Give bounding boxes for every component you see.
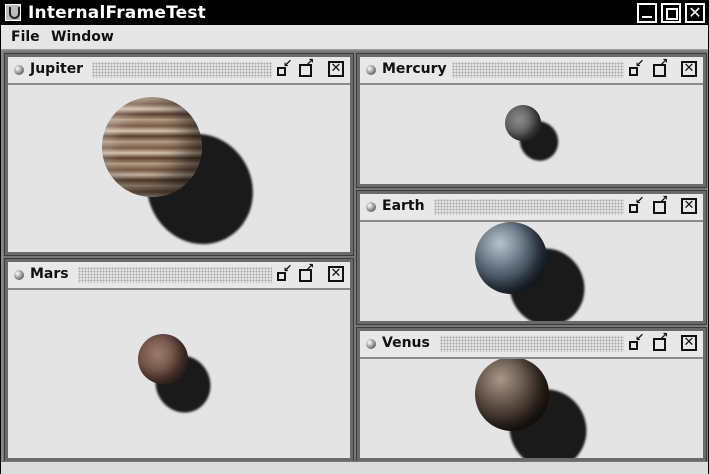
window-title: InternalFrameTest — [28, 3, 207, 23]
internal-frame-titlebar[interactable]: Earth ✕ — [360, 193, 703, 222]
planet-earth — [475, 222, 547, 294]
close-icon[interactable]: ✕ — [328, 266, 344, 282]
internal-frame-mercury[interactable]: Mercury ✕ — [356, 53, 707, 188]
planet-venus — [475, 359, 549, 431]
planet-mars — [138, 334, 188, 384]
frame-title: Earth — [382, 198, 425, 214]
maximize-icon[interactable] — [298, 261, 314, 282]
internal-frame-titlebar[interactable]: Venus ✕ — [360, 330, 703, 359]
frame-content — [8, 85, 350, 252]
frame-content — [360, 222, 703, 321]
frame-content — [8, 290, 350, 458]
internal-frame-titlebar[interactable]: Jupiter ✕ — [8, 56, 350, 85]
close-icon[interactable]: ✕ — [681, 198, 697, 214]
maximize-icon[interactable] — [298, 56, 314, 77]
internal-frame-earth[interactable]: Earth ✕ — [356, 190, 707, 325]
frame-title: Jupiter — [30, 61, 84, 77]
planet-jupiter — [102, 97, 202, 197]
title-grip — [440, 336, 624, 352]
frame-title: Mercury — [382, 61, 447, 77]
internal-frame-jupiter[interactable]: Jupiter ✕ — [4, 53, 354, 256]
close-icon[interactable]: ✕ — [681, 335, 697, 351]
frame-menu-icon[interactable] — [14, 65, 24, 75]
planet-mercury — [505, 105, 541, 141]
java-app-icon — [5, 4, 21, 21]
menu-window[interactable]: Window — [51, 29, 114, 45]
internal-frame-titlebar[interactable]: Mars ✕ — [8, 261, 350, 290]
internal-frame-venus[interactable]: Venus ✕ — [356, 327, 707, 462]
iconify-icon[interactable] — [628, 331, 644, 351]
minimize-icon[interactable] — [637, 3, 657, 23]
menu-file[interactable]: File — [11, 29, 40, 45]
app-window: InternalFrameTest ✕ File Window Jupiter … — [0, 0, 709, 474]
maximize-icon[interactable] — [661, 3, 681, 23]
title-grip — [452, 62, 624, 78]
desktop-pane: Jupiter ✕ Mars ✕ — [3, 51, 707, 462]
frame-content — [360, 359, 703, 458]
frame-menu-icon[interactable] — [366, 202, 376, 212]
iconify-icon[interactable] — [628, 194, 644, 214]
title-grip — [78, 267, 272, 283]
frame-title: Venus — [382, 335, 430, 351]
frame-menu-icon[interactable] — [366, 339, 376, 349]
iconify-icon[interactable] — [276, 57, 292, 77]
window-titlebar[interactable]: InternalFrameTest ✕ — [1, 1, 708, 25]
frame-content — [360, 85, 703, 184]
frame-menu-icon[interactable] — [366, 65, 376, 75]
close-icon[interactable]: ✕ — [685, 3, 705, 23]
close-icon[interactable]: ✕ — [328, 61, 344, 77]
frame-title: Mars — [30, 266, 69, 282]
title-grip — [434, 199, 624, 215]
iconify-icon[interactable] — [628, 57, 644, 77]
menu-bar: File Window — [1, 25, 708, 50]
frame-menu-icon[interactable] — [14, 270, 24, 280]
status-strip — [1, 461, 708, 474]
maximize-icon[interactable] — [652, 56, 668, 77]
iconify-icon[interactable] — [276, 262, 292, 282]
maximize-icon[interactable] — [652, 193, 668, 214]
title-grip — [92, 62, 272, 78]
close-icon[interactable]: ✕ — [681, 61, 697, 77]
internal-frame-titlebar[interactable]: Mercury ✕ — [360, 56, 703, 85]
internal-frame-mars[interactable]: Mars ✕ — [4, 258, 354, 462]
maximize-icon[interactable] — [652, 330, 668, 351]
